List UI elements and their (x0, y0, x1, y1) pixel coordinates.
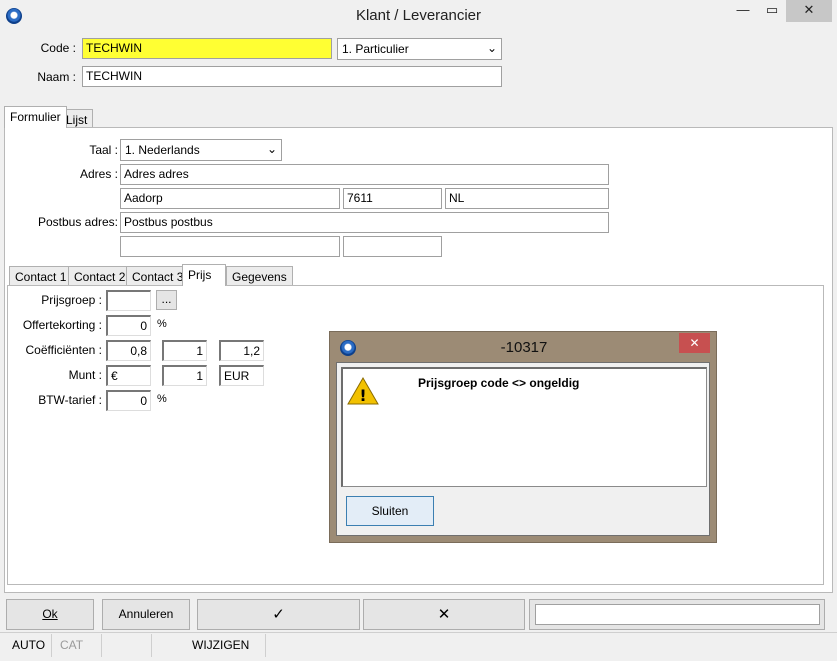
status-empty (104, 634, 152, 657)
sluiten-button[interactable]: Sluiten (346, 496, 434, 526)
coefficient-1-input[interactable]: 0,8 (106, 340, 151, 361)
minimize-button[interactable]: — (728, 0, 758, 22)
prijsgroep-label: Prijsgroep : (41, 293, 102, 307)
munt-label: Munt : (68, 368, 102, 382)
status-auto: AUTO (6, 634, 52, 657)
type-select-value: 1. Particulier (342, 42, 409, 56)
tab-contact-3[interactable]: Contact 3 (126, 266, 190, 286)
munt-symbol-input[interactable]: € (106, 365, 151, 386)
dialog-body: ! Prijsgroep code <> ongeldig Sluiten (336, 362, 710, 536)
error-dialog: -10317 ✕ ! Prijsgroep code <> ongeldig S… (329, 331, 717, 543)
dialog-close-button[interactable]: ✕ (679, 333, 710, 353)
postbus-plaats-input[interactable] (120, 236, 340, 257)
offertekorting-percent: % (157, 318, 167, 330)
tab-contact-1[interactable]: Contact 1 (9, 266, 73, 286)
maximize-button[interactable]: ▭ (757, 0, 787, 22)
chevron-down-icon: ⌄ (266, 142, 277, 156)
taal-label: Taal : (89, 143, 118, 157)
dialog-message-area: ! Prijsgroep code <> ongeldig (341, 367, 707, 487)
dialog-message: Prijsgroep code <> ongeldig (418, 376, 580, 390)
land-input[interactable]: NL (445, 188, 609, 209)
adres-input[interactable]: Adres adres (120, 164, 609, 185)
status-field-input[interactable] (535, 604, 820, 625)
postbus-input[interactable]: Postbus postbus (120, 212, 609, 233)
confirm-button[interactable]: ✓ (197, 599, 360, 630)
annuleren-button[interactable]: Annuleren (102, 599, 190, 630)
check-icon: ✓ (272, 606, 285, 623)
chevron-down-icon: ⌄ (486, 41, 497, 55)
warning-icon: ! (347, 376, 379, 405)
code-input[interactable]: TECHWIN (82, 38, 332, 59)
postcode-input[interactable]: 7611 (343, 188, 442, 209)
naam-label: Naam : (37, 70, 76, 84)
ok-button-label: Ok (42, 607, 58, 621)
statusbar-divider (0, 632, 837, 633)
ok-button[interactable]: Ok (6, 599, 94, 630)
tab-contact-2[interactable]: Contact 2 (68, 266, 132, 286)
svg-text:!: ! (359, 386, 366, 405)
btw-input[interactable]: 0 (106, 390, 151, 411)
taal-select[interactable]: 1. Nederlands ⌄ (120, 139, 282, 161)
status-mode: WIJZIGEN (186, 634, 266, 657)
munt-code-input[interactable]: EUR (219, 365, 264, 386)
naam-input[interactable]: TECHWIN (82, 66, 502, 87)
coefficienten-label: Coëfficiënten : (25, 343, 103, 357)
munt-rate-input[interactable]: 1 (162, 365, 207, 386)
window-close-button[interactable]: ✕ (786, 0, 832, 22)
type-select[interactable]: 1. Particulier ⌄ (337, 38, 502, 60)
window-title: Klant / Leverancier (355, 7, 482, 24)
btw-percent: % (157, 393, 167, 405)
title-bar: Klant / Leverancier — ▭ ✕ (0, 0, 837, 30)
cross-icon: ✕ (437, 606, 451, 623)
dialog-title: -10317 (500, 339, 548, 356)
coefficient-2-input[interactable]: 1 (162, 340, 207, 361)
offertekorting-input[interactable]: 0 (106, 315, 151, 336)
btw-label: BTW-tarief : (38, 393, 102, 407)
tab-formulier[interactable]: Formulier (4, 106, 67, 128)
discard-button[interactable]: ✕ (363, 599, 525, 630)
tab-prijs[interactable]: Prijs (182, 264, 226, 286)
status-cat: CAT (54, 634, 102, 657)
prijsgroep-input[interactable] (106, 290, 151, 311)
adres-label: Adres : (79, 167, 118, 181)
taal-select-value: 1. Nederlands (125, 143, 200, 157)
tab-gegevens[interactable]: Gegevens (226, 266, 293, 286)
postbus-postcode-input[interactable] (343, 236, 442, 257)
prijsgroep-browse-button[interactable]: ... (156, 290, 177, 310)
status-field-frame (529, 599, 825, 630)
offertekorting-label: Offertekorting : (22, 318, 102, 332)
postbus-label: Postbus adres: (37, 215, 118, 229)
code-label: Code : (40, 41, 76, 55)
plaats-input[interactable]: Aadorp (120, 188, 340, 209)
coefficient-3-input[interactable]: 1,2 (219, 340, 264, 361)
